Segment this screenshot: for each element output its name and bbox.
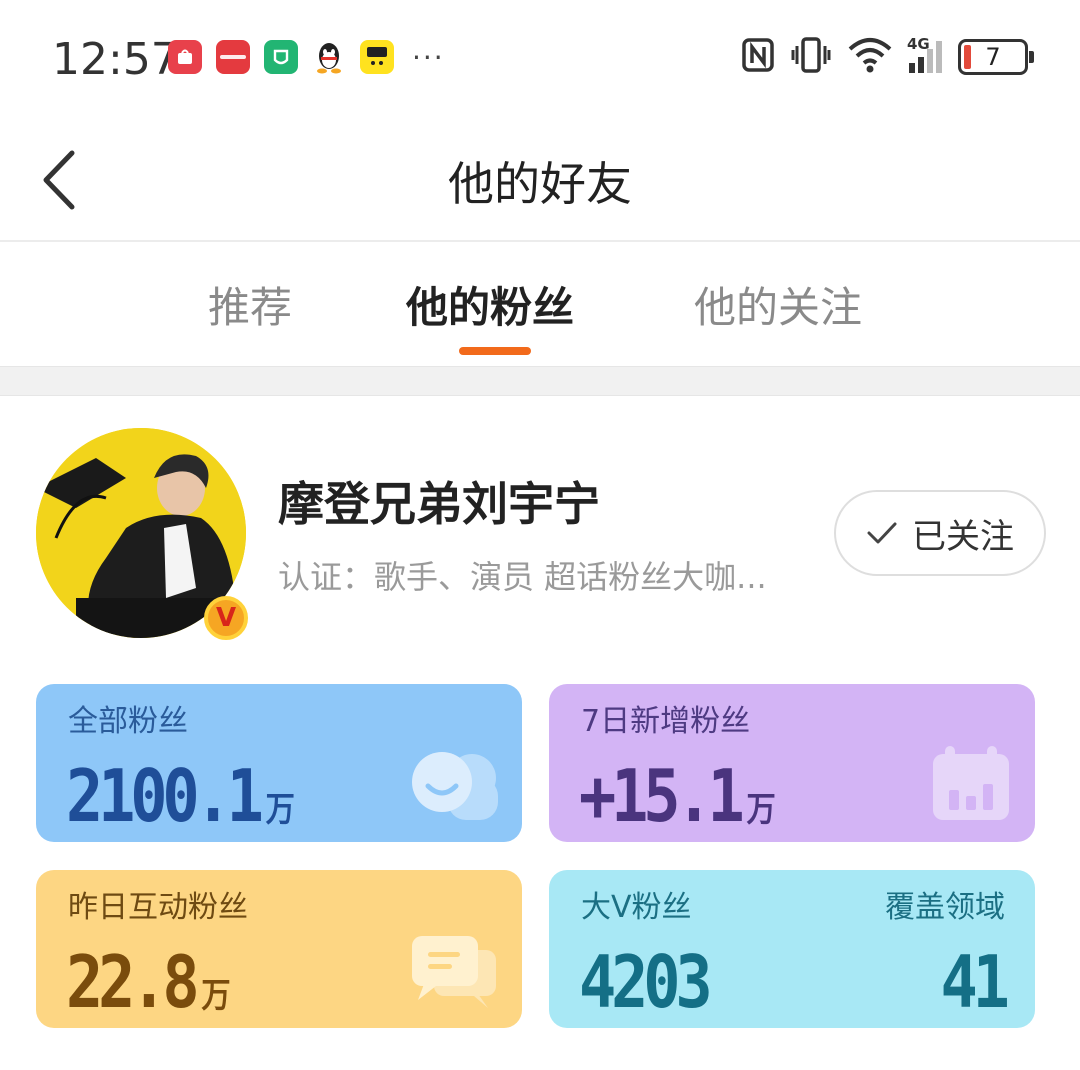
notification-icons: ··· — [168, 40, 445, 74]
chat-bubble-icon — [408, 932, 500, 1014]
status-bar: 12:57 ··· 4G 7 — [0, 0, 1080, 118]
network-type-label: 4G — [907, 35, 930, 53]
all-fans-value: 2100.1 — [66, 754, 264, 838]
active-tab-indicator — [459, 347, 531, 355]
new-fans-7d-value: +15.1 — [579, 754, 745, 838]
interact-fans-unit: 万 — [201, 976, 231, 1016]
new-fans-7d-card[interactable]: 7日新增粉丝 +15.1 万 — [549, 684, 1035, 842]
tab-recommend[interactable]: 推荐 — [208, 274, 292, 335]
interact-fans-value-row: 22.8 万 — [66, 940, 231, 1024]
tab-his-fans[interactable]: 他的粉丝 — [406, 274, 574, 335]
system-icons: 4G 7 — [741, 35, 1034, 78]
all-fans-unit: 万 — [265, 790, 295, 830]
nfc-icon — [741, 37, 775, 77]
user-name[interactable]: 摩登兄弟刘宇宁 — [278, 468, 600, 534]
battery-indicator: 7 — [958, 39, 1034, 75]
interact-fans-yesterday-card[interactable]: 昨日互动粉丝 22.8 万 — [36, 870, 522, 1028]
checkmark-icon — [867, 522, 897, 544]
vibrate-icon — [791, 36, 831, 78]
new-fans-7d-unit: 万 — [746, 790, 776, 830]
coverage-domain-value: 41 — [940, 940, 1010, 1024]
all-fans-card[interactable]: 全部粉丝 2100.1 万 — [36, 684, 522, 842]
title-bar: 他的好友 — [0, 118, 1080, 242]
followed-button[interactable]: 已关注 — [834, 490, 1046, 576]
all-fans-value-row: 2100.1 万 — [66, 754, 295, 838]
cellular-signal-icon: 4G — [907, 35, 942, 73]
signal-bar-4 — [936, 41, 942, 73]
page-title: 他的好友 — [448, 157, 632, 211]
interact-fans-value: 22.8 — [66, 940, 200, 1024]
verified-v-badge: V — [204, 596, 248, 640]
all-fans-label: 全部粉丝 — [68, 704, 188, 739]
wifi-icon — [847, 37, 893, 77]
signal-bar-1 — [909, 63, 915, 73]
more-notifications-indicator: ··· — [412, 40, 445, 74]
tab-bar: 推荐 他的粉丝 他的关注 — [0, 242, 1080, 366]
fans-group-icon — [408, 748, 500, 828]
battery-level: 7 — [985, 43, 1001, 71]
section-divider — [0, 366, 1080, 396]
interact-fans-label: 昨日互动粉丝 — [68, 890, 248, 925]
user-verification-text: 认证：歌手、演员 超话粉丝大咖... — [278, 558, 767, 596]
status-time: 12:57 — [52, 34, 179, 85]
new-fans-7d-label: 7日新增粉丝 — [581, 704, 751, 739]
signal-bar-2 — [918, 57, 924, 73]
qq-app-icon — [312, 40, 346, 74]
xianyu-app-icon — [360, 40, 394, 74]
big-v-fans-card[interactable]: 大V粉丝 4203 覆盖领域 41 — [549, 870, 1035, 1028]
jd-app-icon — [216, 40, 250, 74]
big-v-fans-label: 大V粉丝 — [581, 890, 692, 925]
mijia-app-icon — [264, 40, 298, 74]
tab-his-following[interactable]: 他的关注 — [694, 274, 862, 335]
huawei-store-icon — [168, 40, 202, 74]
new-fans-7d-value-row: +15.1 万 — [579, 754, 776, 838]
calendar-chart-icon — [929, 744, 1013, 828]
followed-button-label: 已关注 — [912, 516, 1014, 557]
coverage-domain-label: 覆盖领域 — [885, 890, 1005, 925]
big-v-fans-value: 4203 — [579, 940, 713, 1024]
